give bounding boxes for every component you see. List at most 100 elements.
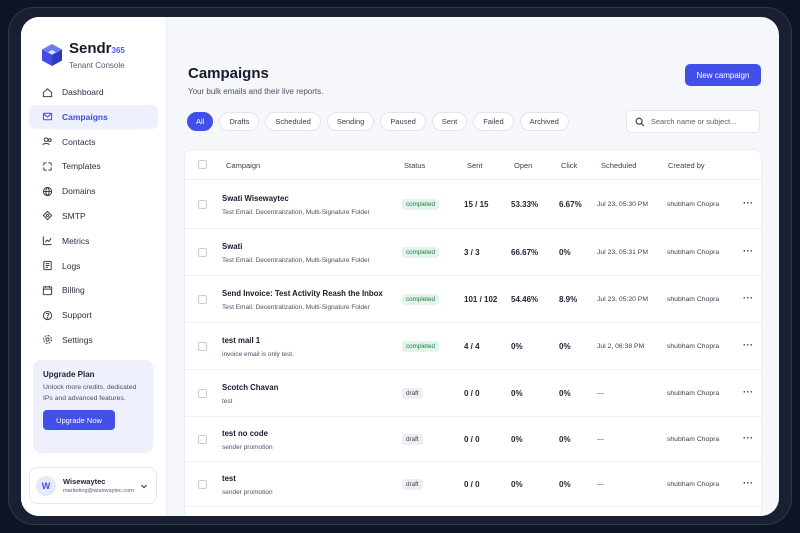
main-content: Campaigns Your bulk emails and their liv…: [167, 17, 779, 516]
scheduled-time: Jul 23, 05:30 PM: [597, 201, 649, 208]
open-rate: 53.33%: [511, 200, 539, 209]
sidebar-item-metrics[interactable]: Metrics: [29, 229, 158, 253]
tab-sent[interactable]: Sent: [431, 112, 468, 131]
sent-count: 0 / 0: [464, 389, 480, 398]
mail-icon: [41, 111, 53, 123]
table-row[interactable]: test sender promotion draft 0 / 0 0% 0% — shubh…: [185, 462, 761, 507]
upgrade-text: Unlock more credits, dedicated IPs and a…: [43, 384, 137, 402]
sent-count: 101 / 102: [464, 295, 498, 304]
tab-paused[interactable]: Paused: [380, 112, 426, 131]
campaign-name[interactable]: test no code: [222, 429, 397, 438]
sidebar-nav: Dashboard Campaigns Contacts Templates D…: [29, 80, 158, 352]
sidebar-item-label: Settings: [62, 334, 93, 345]
sidebar-item-label: Templates: [62, 161, 101, 172]
sent-count: 0 / 0: [464, 480, 480, 489]
user-email: marketing@wisewaytec.com: [63, 488, 134, 494]
sidebar-item-label: Domains: [62, 186, 96, 197]
table-row[interactable]: test mail 1 invoice email is only test. co…: [185, 323, 761, 370]
status-filter-tabs: All Drafts Scheduled Sending Paused Sent…: [187, 112, 575, 131]
sidebar-item-settings[interactable]: Settings: [29, 328, 158, 352]
sidebar-item-contacts[interactable]: Contacts: [29, 130, 158, 154]
sidebar-item-domains[interactable]: Domains: [29, 179, 158, 203]
tab-all[interactable]: All: [187, 112, 214, 131]
status-badge: completed: [402, 199, 440, 210]
sent-count: 15 / 15: [464, 200, 489, 209]
campaign-name[interactable]: test: [222, 474, 397, 483]
more-actions-icon[interactable]: ···: [743, 387, 754, 397]
row-checkbox[interactable]: [198, 435, 207, 444]
sidebar-item-support[interactable]: Support: [29, 303, 158, 327]
status-badge: completed: [402, 294, 440, 305]
billing-icon: [41, 284, 53, 296]
created-by: shubham Chopra: [667, 296, 720, 303]
header-open: Open: [514, 161, 533, 170]
created-by: shubham Chopra: [667, 390, 720, 397]
more-actions-icon[interactable]: ···: [743, 433, 754, 443]
row-checkbox[interactable]: [198, 480, 207, 489]
campaign-subject: Test Email: Decentralization, Multi-Sign…: [222, 304, 370, 311]
more-actions-icon[interactable]: ···: [743, 198, 754, 208]
tab-sending[interactable]: Sending: [326, 112, 375, 131]
table-row[interactable]: Swati Test Email: Decentralization, Multi…: [185, 229, 761, 276]
tab-drafts[interactable]: Drafts: [219, 112, 260, 131]
campaign-subject: sender promotion: [222, 489, 273, 496]
new-campaign-button[interactable]: New campaign: [685, 64, 761, 86]
search-icon: [635, 117, 645, 126]
sidebar-item-logs[interactable]: Logs: [29, 254, 158, 278]
avatar: W: [36, 475, 56, 496]
row-checkbox[interactable]: [198, 342, 207, 351]
table-row[interactable]: Scotch Chavan test draft 0 / 0 0% 0% — shubham …: [185, 370, 761, 417]
created-by: shubham Chopra: [667, 343, 720, 350]
home-icon: [41, 86, 53, 98]
search-input[interactable]: [650, 117, 759, 126]
select-all-checkbox[interactable]: [198, 160, 207, 169]
table-body: Swati Wisewaytec Test Email: Decentraliza…: [185, 180, 761, 507]
open-rate: 54.46%: [511, 295, 539, 304]
sidebar-item-templates[interactable]: Templates: [29, 154, 158, 178]
sidebar-item-label: Dashboard: [62, 87, 104, 97]
table-row[interactable]: test no code sender promotion draft 0 / 0 0%…: [185, 417, 761, 462]
sidebar-item-label: SMTP: [62, 210, 86, 221]
sidebar-item-smtp[interactable]: SMTP: [29, 204, 158, 228]
table-row[interactable]: Swati Wisewaytec Test Email: Decentraliza…: [185, 180, 761, 229]
more-actions-icon[interactable]: ···: [743, 340, 754, 350]
upgrade-now-button[interactable]: Upgrade Now: [43, 410, 115, 430]
chart-icon: [41, 235, 53, 247]
header-click: Click: [561, 161, 578, 170]
sidebar-item-billing[interactable]: Billing: [29, 278, 158, 302]
created-by: shubham Chopra: [667, 436, 720, 443]
campaign-subject: test: [222, 398, 233, 405]
campaign-name[interactable]: test mail 1: [222, 336, 397, 345]
header-sent: Sent: [467, 161, 483, 170]
tab-failed[interactable]: Failed: [473, 112, 514, 131]
row-checkbox[interactable]: [198, 200, 207, 209]
click-rate: 0%: [559, 435, 571, 444]
tab-scheduled[interactable]: Scheduled: [265, 112, 321, 131]
more-actions-icon[interactable]: ···: [743, 246, 754, 256]
users-icon: [41, 136, 53, 148]
header-created-by: Created by: [668, 161, 705, 170]
campaign-name[interactable]: Swati Wisewaytec: [222, 194, 397, 203]
status-badge: completed: [402, 341, 440, 352]
table-row[interactable]: Send Invoice: Test Activity Reash the In…: [185, 276, 761, 323]
tab-archived[interactable]: Archived: [519, 112, 569, 131]
row-checkbox[interactable]: [198, 248, 207, 257]
more-actions-icon[interactable]: ···: [743, 478, 754, 488]
more-actions-icon[interactable]: ···: [743, 293, 754, 303]
brand-name: Sendr365: [69, 39, 125, 57]
user-menu[interactable]: W Wisewaytec marketing@wisewaytec.com: [29, 467, 157, 504]
campaign-name[interactable]: Send Invoice: Test Activity Reash the In…: [222, 289, 397, 298]
sidebar-item-dashboard[interactable]: Dashboard: [29, 80, 158, 104]
scheduled-time: —: [597, 436, 604, 443]
row-checkbox[interactable]: [198, 295, 207, 304]
sidebar-item-campaigns[interactable]: Campaigns: [29, 104, 158, 129]
scheduled-time: Jul 23, 05:20 PM: [597, 296, 649, 303]
row-checkbox[interactable]: [198, 389, 207, 398]
sidebar-item-label: Campaigns: [62, 111, 108, 122]
campaign-name[interactable]: Scotch Chavan: [222, 383, 397, 392]
status-badge: completed: [402, 247, 440, 258]
open-rate: 0%: [511, 342, 523, 351]
sidebar-item-label: Billing: [62, 285, 85, 296]
sidebar-item-label: Support: [62, 310, 92, 321]
campaign-name[interactable]: Swati: [222, 242, 397, 251]
